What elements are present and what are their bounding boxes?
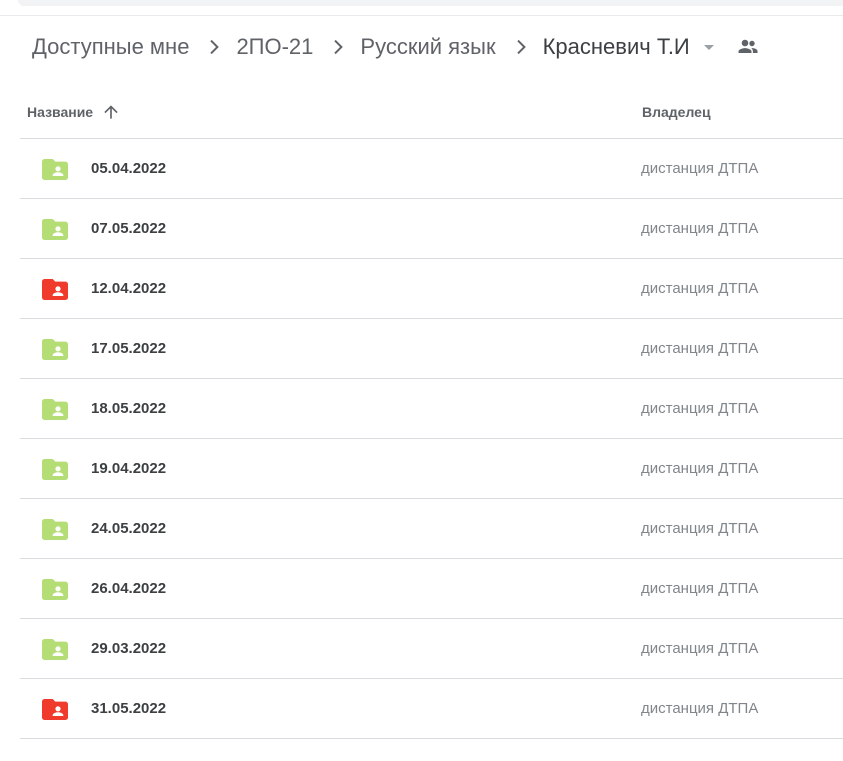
shared-folder-icon xyxy=(42,157,68,181)
file-owner: дистанция ДТПА xyxy=(641,400,759,417)
breadcrumb-item-current-folder[interactable]: Красневич Т.И xyxy=(543,34,690,60)
chevron-down-icon[interactable] xyxy=(697,35,721,59)
list-item[interactable]: 12.04.2022 дистанция ДТПА xyxy=(20,259,843,319)
chevron-right-icon xyxy=(201,35,225,59)
file-owner: дистанция ДТПА xyxy=(641,340,759,357)
file-owner: дистанция ДТПА xyxy=(641,640,759,657)
file-name: 05.04.2022 xyxy=(91,160,167,177)
file-name: 19.04.2022 xyxy=(91,460,167,477)
list-item[interactable]: 19.04.2022 дистанция ДТПА xyxy=(20,439,843,499)
shared-folder-icon xyxy=(42,217,68,241)
file-name: 07.05.2022 xyxy=(91,220,167,237)
chevron-right-icon xyxy=(325,35,349,59)
list-header: Название Владелец xyxy=(20,86,843,139)
top-divider xyxy=(0,15,843,16)
file-name: 17.05.2022 xyxy=(91,340,167,357)
list-item[interactable]: 29.03.2022 дистанция ДТПА xyxy=(20,619,843,679)
file-list: 05.04.2022 дистанция ДТПА 07.05.2022 дистан… xyxy=(20,139,843,739)
shared-folder-icon xyxy=(42,277,68,301)
breadcrumb-item-subject[interactable]: Русский язык xyxy=(360,34,495,60)
file-name: 29.03.2022 xyxy=(91,640,167,657)
list-item[interactable]: 05.04.2022 дистанция ДТПА xyxy=(20,139,843,199)
file-owner: дистанция ДТПА xyxy=(641,580,759,597)
column-header-name-label: Название xyxy=(27,104,94,120)
file-owner: дистанция ДТПА xyxy=(641,220,759,237)
file-owner: дистанция ДТПА xyxy=(641,520,759,537)
breadcrumb-item-shared-with-me[interactable]: Доступные мне xyxy=(32,34,189,60)
list-item[interactable]: 24.05.2022 дистанция ДТПА xyxy=(20,499,843,559)
file-name: 24.05.2022 xyxy=(91,520,167,537)
file-owner: дистанция ДТПА xyxy=(641,280,759,297)
breadcrumb-item-group[interactable]: 2ПО-21 xyxy=(236,34,313,60)
file-name: 26.04.2022 xyxy=(91,580,167,597)
column-header-name[interactable]: Название xyxy=(27,86,121,138)
shared-folder-icon xyxy=(42,397,68,421)
chevron-right-icon xyxy=(508,35,532,59)
shared-folder-icon xyxy=(42,577,68,601)
top-search-strip xyxy=(18,0,843,6)
file-name: 31.05.2022 xyxy=(91,700,167,717)
file-owner: дистанция ДТПА xyxy=(641,700,759,717)
file-name: 12.04.2022 xyxy=(91,280,167,297)
shared-folder-icon xyxy=(42,337,68,361)
shared-folder-icon xyxy=(42,457,68,481)
file-name: 18.05.2022 xyxy=(91,400,167,417)
file-owner: дистанция ДТПА xyxy=(641,460,759,477)
list-item[interactable]: 17.05.2022 дистанция ДТПА xyxy=(20,319,843,379)
shared-folder-icon xyxy=(42,697,68,721)
arrow-up-icon[interactable] xyxy=(101,102,121,122)
list-item[interactable]: 18.05.2022 дистанция ДТПА xyxy=(20,379,843,439)
shared-people-icon xyxy=(736,35,760,59)
shared-folder-icon xyxy=(42,517,68,541)
column-header-owner: Владелец xyxy=(642,104,711,120)
file-owner: дистанция ДТПА xyxy=(641,160,759,177)
list-item[interactable]: 07.05.2022 дистанция ДТПА xyxy=(20,199,843,259)
list-item[interactable]: 31.05.2022 дистанция ДТПА xyxy=(20,679,843,739)
breadcrumb: Доступные мне 2ПО-21 Русский язык Красне… xyxy=(32,30,760,64)
list-item[interactable]: 26.04.2022 дистанция ДТПА xyxy=(20,559,843,619)
shared-folder-icon xyxy=(42,637,68,661)
